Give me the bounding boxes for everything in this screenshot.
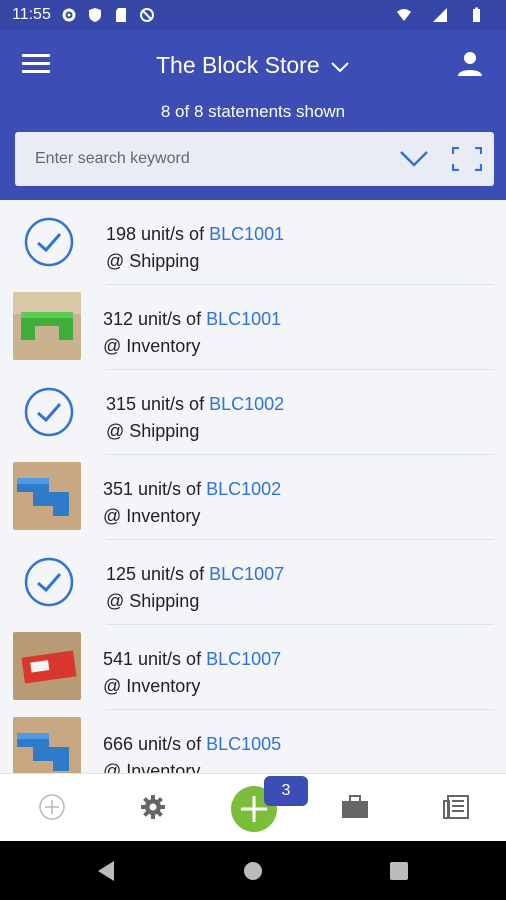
status-time: 11:55 [12, 6, 51, 23]
statement-location: @ Inventory [103, 506, 201, 526]
statement-row[interactable]: 312 unit/s of BLC1001 @ Inventory [0, 285, 506, 370]
checked-circle-icon[interactable] [24, 557, 74, 607]
statement-row[interactable]: 198 unit/s of BLC1001 @ Shipping [0, 200, 506, 285]
gear-status-icon [62, 8, 76, 22]
gear-icon[interactable] [138, 792, 168, 822]
bottom-nav: 3 [0, 773, 506, 841]
signal-status-icon [433, 8, 447, 22]
back-icon[interactable] [96, 860, 116, 882]
statement-location: @ Shipping [106, 421, 200, 441]
chevron-down-icon [331, 62, 349, 73]
page-title: The Block Store [155, 52, 320, 78]
statement-location: @ Inventory [103, 676, 201, 696]
quantity-text: 666 unit/s of [103, 734, 207, 754]
product-code-link[interactable]: BLC1001 [206, 309, 281, 329]
statement-row[interactable]: 666 unit/s of BLC1005 @ Inventory [0, 710, 506, 773]
home-icon[interactable] [243, 861, 263, 881]
statement-quantity: 125 unit/s of BLC1007 [106, 564, 284, 585]
quantity-text: 351 unit/s of [103, 479, 207, 499]
product-code-link[interactable]: BLC1007 [206, 649, 281, 669]
statement-location: @ Shipping [106, 591, 200, 611]
product-code-link[interactable]: BLC1005 [206, 734, 281, 754]
wifi-status-icon [397, 9, 411, 21]
sd-card-status-icon [115, 8, 126, 22]
statement-row[interactable]: 315 unit/s of BLC1002 @ Shipping [0, 370, 506, 455]
product-code-link[interactable]: BLC1002 [206, 479, 281, 499]
product-code-link[interactable]: BLC1007 [209, 564, 284, 584]
product-thumbnail [13, 292, 81, 360]
add-circle-icon[interactable] [37, 792, 67, 822]
product-thumbnail [13, 462, 81, 530]
briefcase-icon[interactable] [340, 792, 370, 822]
product-thumbnail [13, 717, 81, 773]
quantity-text: 312 unit/s of [103, 309, 207, 329]
statement-location: @ Shipping [106, 251, 200, 271]
checked-circle-icon[interactable] [24, 217, 74, 267]
statements-count: 8 of 8 statements shown [160, 102, 346, 121]
statement-quantity: 315 unit/s of BLC1002 [106, 394, 284, 415]
do-not-disturb-status-icon [139, 8, 154, 22]
product-thumbnail [13, 632, 81, 700]
statement-quantity: 351 unit/s of BLC1002 [103, 479, 281, 500]
statement-quantity: 198 unit/s of BLC1001 [106, 224, 284, 245]
statement-location: @ Inventory [103, 336, 201, 356]
shield-status-icon [88, 8, 101, 22]
chevron-down-icon[interactable] [398, 147, 430, 171]
news-icon[interactable] [441, 792, 471, 822]
product-thumbnail [13, 632, 81, 700]
pending-count-badge[interactable]: 3 [264, 776, 308, 806]
statement-row[interactable]: 351 unit/s of BLC1002 @ Inventory [0, 455, 506, 540]
quantity-text: 198 unit/s of [106, 224, 210, 244]
product-thumbnail [13, 292, 81, 360]
battery-status-icon [473, 7, 480, 22]
statement-row[interactable]: 541 unit/s of BLC1007 @ Inventory [0, 625, 506, 710]
status-bar: 11:55 [0, 0, 506, 30]
statement-row[interactable]: 125 unit/s of BLC1007 @ Shipping [0, 540, 506, 625]
recents-icon[interactable] [390, 862, 408, 880]
system-nav-bar [0, 841, 506, 900]
statement-quantity: 312 unit/s of BLC1001 [103, 309, 281, 330]
statement-quantity: 666 unit/s of BLC1005 [103, 734, 281, 755]
account-icon[interactable] [456, 50, 484, 78]
statement-list: 198 unit/s of BLC1001 @ Shipping 312 unit/… [0, 200, 506, 773]
checked-circle-icon[interactable] [24, 387, 74, 437]
product-thumbnail [13, 717, 81, 773]
quantity-text: 541 unit/s of [103, 649, 207, 669]
quantity-text: 125 unit/s of [106, 564, 210, 584]
product-code-link[interactable]: BLC1001 [209, 224, 284, 244]
search-bar [15, 132, 494, 186]
search-input[interactable] [35, 150, 398, 168]
product-code-link[interactable]: BLC1002 [209, 394, 284, 414]
scan-icon[interactable] [452, 147, 482, 171]
product-thumbnail [13, 462, 81, 530]
app-bar: The Block Store 8 of 8 statements shown [0, 30, 506, 200]
quantity-text: 315 unit/s of [106, 394, 210, 414]
store-selector[interactable]: The Block Store [0, 52, 506, 79]
statement-quantity: 541 unit/s of BLC1007 [103, 649, 281, 670]
statement-location: @ Inventory [103, 761, 201, 773]
